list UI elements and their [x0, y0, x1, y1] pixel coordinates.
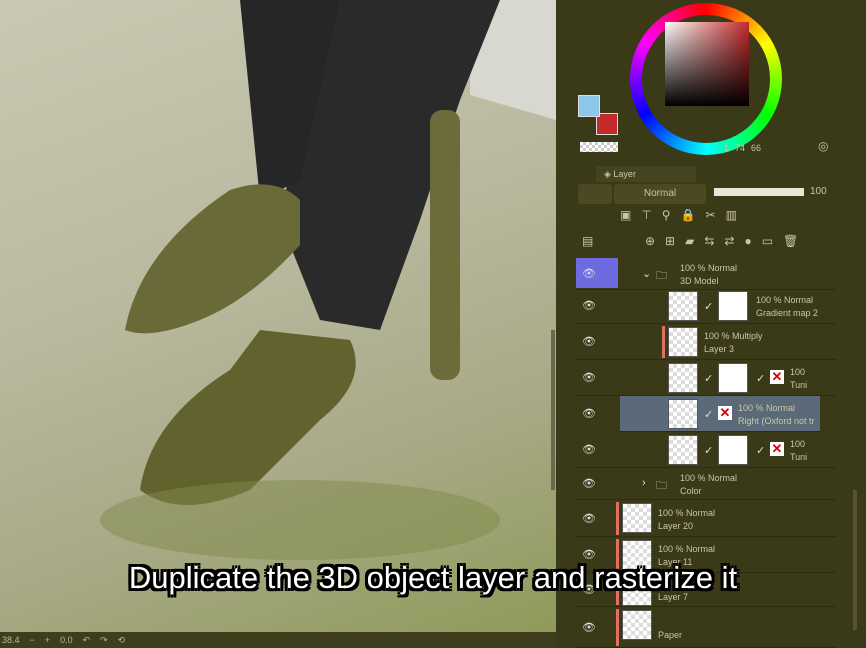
- layer-name: Layer 20: [658, 520, 694, 531]
- main-color-swatch[interactable]: [578, 95, 600, 117]
- angle-value[interactable]: 0.0: [60, 635, 73, 645]
- rotate-right-icon[interactable]: ↷: [100, 635, 108, 646]
- layer-row[interactable]: 👁 ✓ 100 % Normal Gradient map 2: [576, 288, 836, 324]
- canvas-scrollbar[interactable]: [551, 330, 555, 490]
- rotate-left-icon[interactable]: ↶: [83, 635, 91, 646]
- disabled-mask-icon: ✕: [718, 405, 732, 420]
- color-square[interactable]: [665, 22, 749, 106]
- layer-opacity-mode: 100: [790, 439, 806, 449]
- layer-name: Color: [680, 486, 702, 496]
- check-icon: ✓: [704, 445, 714, 457]
- visibility-eye-icon[interactable]: 👁: [582, 407, 596, 420]
- layer-opacity-mode: 100 % Normal: [756, 295, 814, 305]
- zoom-value[interactable]: 38.4: [2, 635, 20, 645]
- folder-icon: 🗀: [656, 270, 667, 282]
- check-icon: ✓: [704, 409, 714, 421]
- layer-thumbnail: [668, 363, 698, 393]
- visibility-eye-icon[interactable]: 👁: [582, 335, 596, 348]
- check-icon: ✓: [704, 373, 714, 385]
- layer-color-select[interactable]: [578, 184, 612, 204]
- opacity-value[interactable]: 100: [810, 186, 827, 197]
- layer-opacity-mode: 100 % Normal: [658, 544, 716, 554]
- layer-thumbnail: [622, 610, 652, 640]
- layer-opacity-mode: 100 % Normal: [738, 403, 796, 413]
- layer-thumbnail: [668, 327, 698, 357]
- layer-toolbar-row2[interactable]: ⊕⊞▰⇆⇄●▭🗑: [645, 234, 808, 248]
- readout-c: 66: [751, 143, 762, 153]
- layer-row[interactable]: 👁 100 % Multiply Layer 3: [576, 324, 836, 360]
- visibility-eye-icon[interactable]: 👁: [582, 371, 596, 384]
- layer-opacity-mode: 100 % Normal: [680, 473, 738, 483]
- blend-mode-select[interactable]: Normal: [614, 184, 706, 204]
- layer-row[interactable]: 👁 ⌄ 🗀 100 % Normal 3D Model: [576, 258, 836, 290]
- transparent-swatch[interactable]: [580, 142, 618, 152]
- layer-row[interactable]: 👁 › 🗀 100 % Normal Color: [576, 468, 836, 500]
- layer-name: 3D Model: [680, 276, 719, 286]
- readout-a: 1: [724, 143, 730, 153]
- readout-b: 74: [735, 143, 746, 153]
- layer-thumbnail: [668, 399, 698, 429]
- settings-icon[interactable]: ◎: [818, 139, 828, 153]
- visibility-eye-icon[interactable]: 👁: [582, 477, 596, 490]
- layer-row[interactable]: 👁 100 % Normal Layer 20: [576, 500, 836, 537]
- layer-row[interactable]: 👁 ✓ ✕ 100 % Normal Right (Oxford not tr: [582, 396, 820, 432]
- layer-name: Gradient map 2: [756, 308, 819, 318]
- chevron-icon[interactable]: ›: [642, 477, 646, 489]
- layer-thumbnail: [668, 435, 698, 465]
- disabled-mask-icon: ✕: [770, 441, 784, 456]
- layer-opacity-mode: 100 % Normal: [658, 507, 716, 518]
- layer-opacity-mode: 100 % Normal: [680, 263, 738, 273]
- layer-row[interactable]: 👁 ✓ ✓ ✕ 100 Tuni: [576, 432, 836, 468]
- layer-color-label: [662, 326, 665, 358]
- visibility-eye-icon[interactable]: 👁: [582, 443, 596, 456]
- disabled-mask-icon: ✕: [770, 369, 784, 384]
- caption: Duplicate the 3D object layer and raster…: [128, 560, 738, 595]
- visibility-eye-icon[interactable]: 👁: [582, 267, 596, 280]
- layer-tab-icon: ◈: [604, 169, 614, 179]
- layer-name: Tuni: [790, 452, 808, 462]
- mask-thumbnail: [718, 291, 748, 321]
- check-icon: ✓: [704, 301, 714, 313]
- layer-panel-menu-icon[interactable]: ▤: [582, 234, 593, 248]
- layer-toolbar-row1[interactable]: ▣⊤⚲🔒✂▥: [620, 208, 747, 222]
- mask-thumbnail: [718, 435, 748, 465]
- layer-name: Tuni: [790, 380, 808, 390]
- layer-color-label: [616, 502, 619, 535]
- layer-name: Paper: [658, 629, 683, 640]
- check-icon: ✓: [756, 445, 766, 457]
- layer-color-label: [616, 609, 619, 646]
- folder-icon: 🗀: [656, 480, 667, 492]
- layer-opacity-mode: 100: [790, 367, 806, 377]
- visibility-eye-icon[interactable]: 👁: [582, 512, 596, 525]
- zoom-out-button[interactable]: −: [30, 635, 35, 645]
- visibility-eye-icon[interactable]: 👁: [582, 299, 596, 312]
- layer-row[interactable]: 👁 ✓ ✓ ✕ 100 Tuni: [576, 360, 836, 396]
- opacity-slider[interactable]: [714, 188, 804, 196]
- layer-thumbnail: [622, 503, 652, 533]
- layer-tab[interactable]: Layer: [613, 169, 636, 179]
- layer-opacity-mode: 100 % Multiply: [704, 331, 763, 341]
- zoom-in-button[interactable]: +: [45, 635, 50, 645]
- layer-thumbnail: [668, 291, 698, 321]
- canvas-status-bar: 38.4 − + 0.0 ↶ ↷ ⟲: [0, 632, 556, 648]
- artwork: [100, 0, 556, 560]
- layer-row[interactable]: 👁 Paper: [576, 607, 836, 648]
- layer-name: Right (Oxford not tr: [738, 416, 815, 426]
- mask-thumbnail: [718, 363, 748, 393]
- check-icon: ✓: [756, 373, 766, 385]
- visibility-eye-icon[interactable]: 👁: [582, 621, 596, 634]
- canvas[interactable]: [0, 0, 556, 632]
- layer-name: Layer 3: [704, 344, 735, 354]
- reset-icon[interactable]: ⟲: [118, 635, 126, 646]
- chevron-icon[interactable]: ⌄: [642, 267, 651, 280]
